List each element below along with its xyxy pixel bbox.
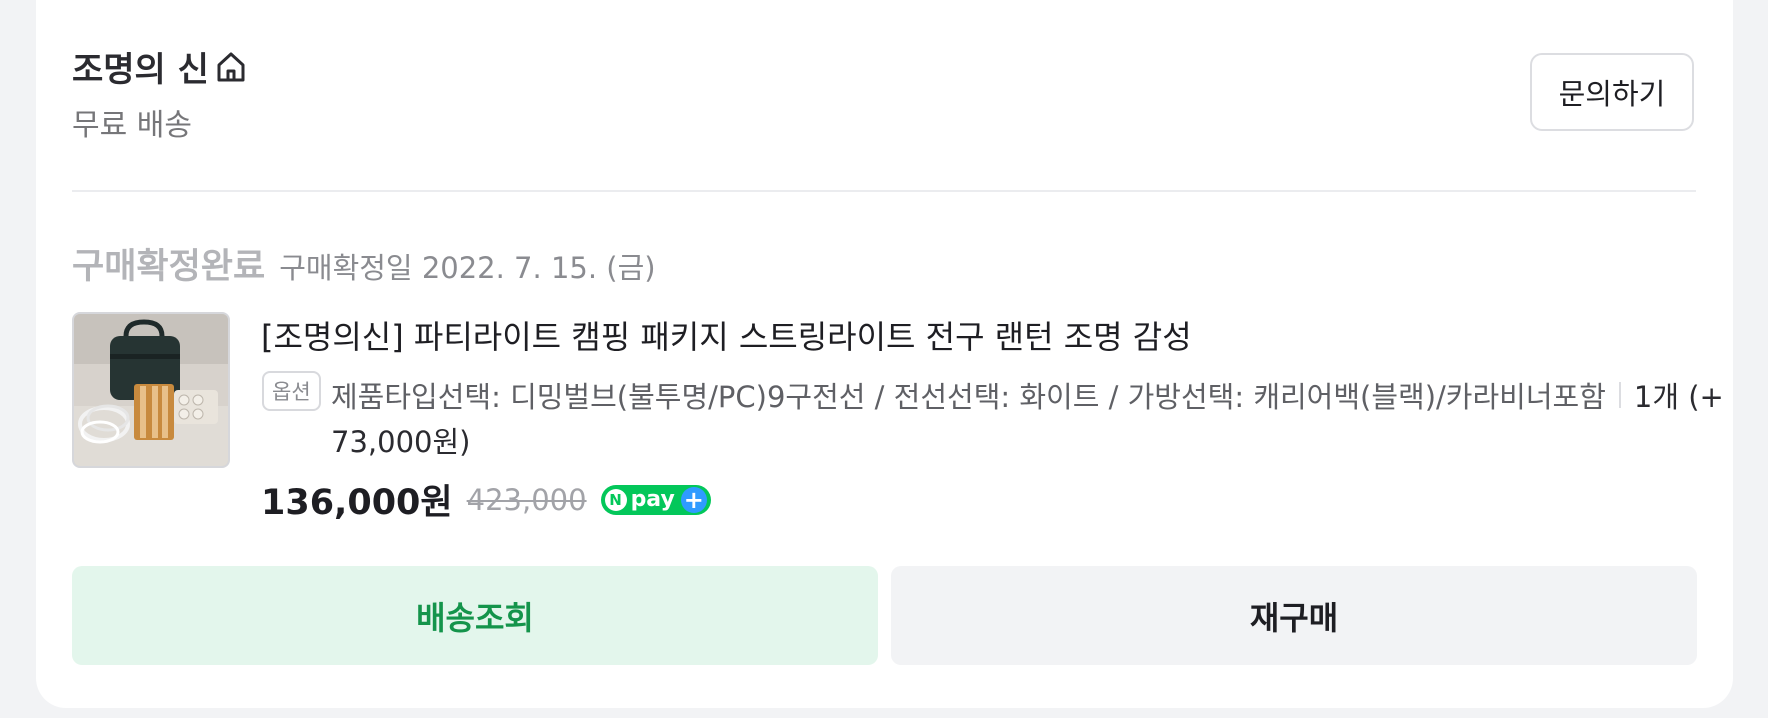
plus-icon: + <box>680 486 707 513</box>
npay-plus-badge: N pay + <box>600 484 711 515</box>
npay-n-icon: N <box>604 488 627 511</box>
track-delivery-button[interactable]: 배송조회 <box>72 566 878 665</box>
product-title[interactable]: [조명의신] 파티라이트 캠핑 패키지 스트링라이트 전구 랜턴 조명 감성 <box>261 312 1192 358</box>
original-price: 423,000 <box>466 482 587 517</box>
order-status-row: 구매확정완료 구매확정일 2022. 7. 15. (금) <box>72 238 656 289</box>
product-thumbnail[interactable] <box>72 312 230 468</box>
inquiry-button[interactable]: 문의하기 <box>1530 53 1694 131</box>
price-row: 136,000원 423,000 N pay + <box>261 474 711 525</box>
option-price: 73,000원) <box>331 425 471 459</box>
store-name-link[interactable]: 조명의 신 <box>72 42 249 91</box>
option-tag: 옵션 <box>262 371 321 411</box>
option-text: 제품타입선택: 디밍벌브(불투명/PC)9구전선 / 전선선택: 화이트 / 가… <box>331 380 1606 414</box>
product-image <box>74 314 228 466</box>
store-name: 조명의 신 <box>72 50 209 90</box>
npay-label: pay <box>630 487 675 512</box>
rebuy-button[interactable]: 재구매 <box>891 566 1697 665</box>
order-status: 구매확정완료 <box>72 247 266 287</box>
sale-price: 136,000원 <box>261 483 453 523</box>
divider <box>72 190 1696 192</box>
option-details: 제품타입선택: 디밍벌브(불투명/PC)9구전선 / 전선선택: 화이트 / 가… <box>331 374 1724 416</box>
home-icon <box>217 52 245 81</box>
confirmed-date: 구매확정일 2022. 7. 15. (금) <box>279 251 656 285</box>
option-quantity: 1개 (+ <box>1633 380 1724 414</box>
delivery-info: 무료 배송 <box>72 108 192 143</box>
option-separator <box>1618 382 1621 408</box>
